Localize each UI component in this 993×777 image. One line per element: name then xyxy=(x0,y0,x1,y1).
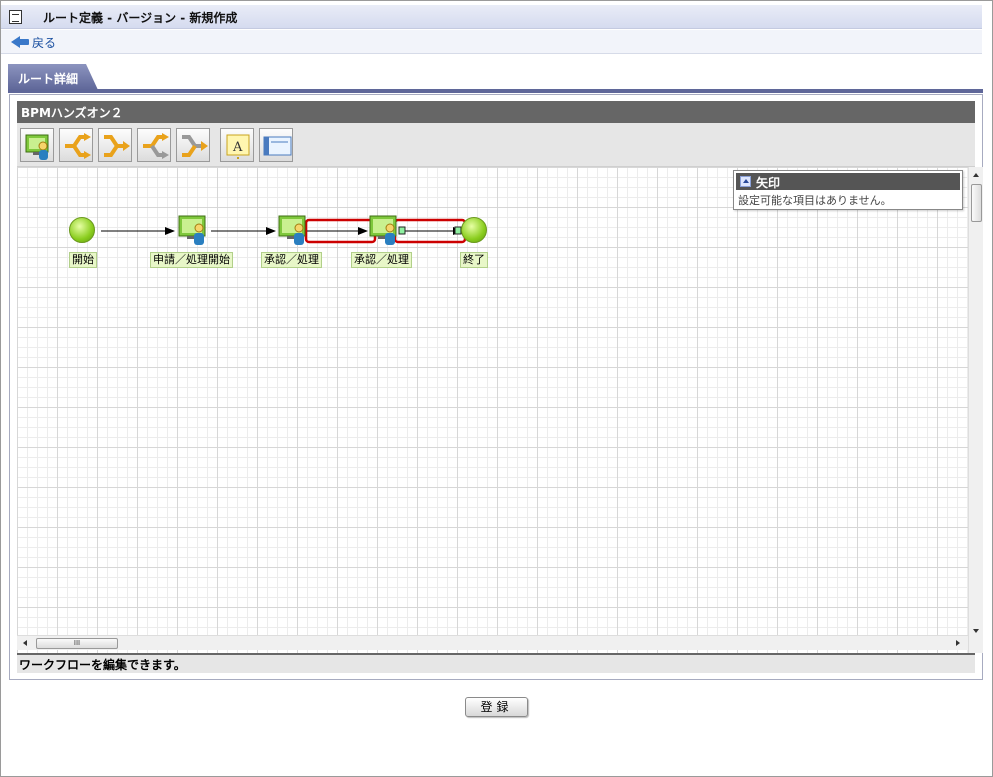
back-link[interactable]: 戻る xyxy=(32,34,56,51)
branch-tool-icon xyxy=(65,133,91,159)
scroll-up-icon[interactable] xyxy=(973,173,979,177)
vertical-scrollbar[interactable] xyxy=(968,167,983,653)
node-label: 終了 xyxy=(460,252,488,268)
back-arrow-tail[interactable] xyxy=(19,39,29,45)
start-node-icon[interactable] xyxy=(69,217,95,243)
node-label: 承認／処理 xyxy=(351,252,412,268)
branch-tool-button[interactable] xyxy=(59,128,93,162)
property-panel-header[interactable]: 矢印 xyxy=(736,173,960,190)
property-panel-title: 矢印 xyxy=(756,176,781,190)
document-icon xyxy=(9,10,22,24)
horizontal-scrollbar[interactable]: III xyxy=(17,635,968,650)
register-button[interactable]: 登録 xyxy=(465,697,528,717)
join-tool-icon xyxy=(104,135,130,157)
page-title: ルート定義 - バージョン - 新規作成 xyxy=(43,11,238,25)
tab-route-detail[interactable]: ルート詳細 xyxy=(8,64,98,90)
branch-gray-tool-icon xyxy=(143,133,169,159)
svg-text:A: A xyxy=(232,140,243,155)
node-label: 承認／処理 xyxy=(261,252,322,268)
task-node-icon[interactable] xyxy=(177,214,211,248)
join-gray-tool-icon xyxy=(182,135,208,157)
collapse-icon[interactable] xyxy=(740,176,751,187)
back-bar: 戻る xyxy=(1,30,982,54)
property-panel: 矢印 設定可能な項目はありません。 xyxy=(733,170,963,210)
connections-layer xyxy=(101,218,467,244)
scroll-left-icon[interactable] xyxy=(23,640,27,646)
node-tool-icon xyxy=(25,134,49,160)
status-bar: ワークフローを編集できます。 xyxy=(17,653,975,673)
node-tool-button[interactable] xyxy=(20,128,54,162)
branch-gray-tool-button[interactable] xyxy=(137,128,171,162)
scroll-down-icon[interactable] xyxy=(973,629,979,633)
node-label: 開始 xyxy=(69,252,97,268)
frame-tool-button[interactable] xyxy=(259,128,293,162)
editor-title: BPMハンズオン２ xyxy=(17,101,975,123)
property-panel-text: 設定可能な項目はありません。 xyxy=(738,194,892,207)
tab-underline xyxy=(8,89,983,93)
join-gray-tool-button[interactable] xyxy=(176,128,210,162)
scroll-thumb[interactable] xyxy=(971,184,982,222)
task-node-icon[interactable] xyxy=(277,214,311,248)
end-node-icon[interactable] xyxy=(461,217,487,243)
task-node-icon[interactable] xyxy=(368,214,402,248)
node-label: 申請／処理開始 xyxy=(150,252,233,268)
title-bar: ルート定義 - バージョン - 新規作成 xyxy=(1,5,982,29)
frame-tool-icon xyxy=(263,136,292,156)
editor-toolbar: A xyxy=(17,123,975,167)
text-tool-button[interactable]: A xyxy=(220,128,254,162)
workflow-canvas[interactable]: 開始 申請／処理開始 承認／処理 承認／処理 終了 矢印 設定可能な項目はありま… xyxy=(17,167,975,653)
route-editor-panel: BPMハンズオン２ A 開始 申請／処理開始 承認／処理 承認／処理 終了 矢印… xyxy=(9,94,983,680)
scroll-right-icon[interactable] xyxy=(956,640,960,646)
join-tool-button[interactable] xyxy=(98,128,132,162)
scroll-thumb[interactable]: III xyxy=(36,638,118,649)
text-tool-icon: A xyxy=(226,134,250,159)
